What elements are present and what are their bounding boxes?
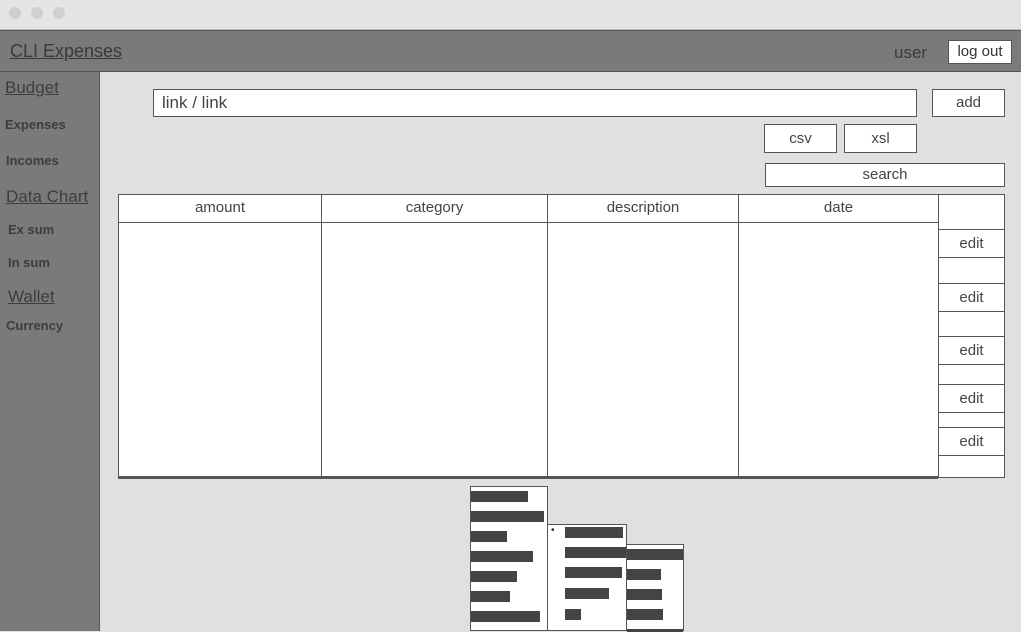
placeholder-bullet-panel: • — [547, 524, 627, 631]
csv-button[interactable]: csv — [764, 124, 837, 153]
xsl-button[interactable]: xsl — [844, 124, 917, 153]
text-placeholder-bar — [471, 511, 544, 522]
text-placeholder-bar — [565, 588, 609, 599]
sidebar-item-ex-sum[interactable]: Ex sum — [8, 222, 54, 237]
action-spacer-cell — [938, 311, 1005, 337]
text-placeholder-bar — [471, 491, 528, 502]
search-button[interactable]: search — [765, 163, 1005, 187]
bullet-icon: • — [551, 525, 555, 536]
text-placeholder-bar — [565, 609, 581, 620]
column-header-category[interactable]: category — [322, 195, 547, 223]
sidebar: Budget Expenses Incomes Data Chart Ex su… — [0, 72, 100, 631]
action-spacer-cell — [938, 412, 1005, 428]
window-minimize-icon[interactable] — [31, 7, 43, 19]
text-placeholder-bar — [471, 551, 533, 562]
edit-button[interactable]: edit — [938, 384, 1005, 413]
edit-button[interactable]: edit — [938, 336, 1005, 365]
text-placeholder-bar — [471, 611, 540, 622]
add-button[interactable]: add — [932, 89, 1005, 117]
action-header-cell — [938, 194, 1005, 230]
window-titlebar — [0, 0, 1021, 30]
column-date: date — [738, 194, 939, 477]
link-input[interactable]: link / link — [153, 89, 917, 117]
action-spacer-cell — [938, 455, 1005, 478]
sidebar-item-incomes[interactable]: Incomes — [6, 153, 59, 168]
text-placeholder-bar — [627, 589, 662, 600]
main-content: link / link add csv xsl search amount ca… — [100, 72, 1021, 632]
text-placeholder-bar — [471, 531, 507, 542]
edit-button[interactable]: edit — [938, 229, 1005, 258]
sidebar-item-data-chart[interactable]: Data Chart — [6, 187, 88, 207]
action-spacer-cell — [938, 364, 1005, 385]
text-placeholder-bar — [627, 569, 661, 580]
text-placeholder-bar — [627, 609, 663, 620]
sidebar-item-wallet[interactable]: Wallet — [8, 287, 55, 307]
column-header-date[interactable]: date — [739, 195, 938, 223]
text-placeholder-bar — [565, 527, 623, 538]
text-placeholder-bar — [565, 547, 626, 558]
placeholder-list-panel — [470, 486, 548, 631]
window-maximize-icon[interactable] — [53, 7, 65, 19]
window-close-icon[interactable] — [9, 7, 21, 19]
action-spacer-cell — [938, 257, 1005, 284]
sidebar-item-currency[interactable]: Currency — [6, 318, 63, 333]
sidebar-item-expenses[interactable]: Expenses — [5, 117, 66, 132]
column-description: description — [547, 194, 739, 477]
text-placeholder-bar — [471, 571, 517, 582]
column-header-amount[interactable]: amount — [119, 195, 321, 223]
table-bottom-divider — [118, 477, 938, 479]
sidebar-item-budget[interactable]: Budget — [5, 78, 59, 98]
text-placeholder-bar — [471, 591, 510, 602]
text-placeholder-bar — [627, 549, 683, 560]
user-label: user — [894, 43, 928, 62]
app-title-link[interactable]: CLI Expenses — [10, 41, 122, 62]
column-amount: amount — [118, 194, 322, 477]
logout-button[interactable]: log out — [948, 40, 1012, 64]
text-placeholder-bar — [565, 567, 622, 578]
placeholder-side-panel — [626, 544, 684, 632]
edit-button[interactable]: edit — [938, 283, 1005, 312]
sidebar-item-in-sum[interactable]: In sum — [8, 255, 50, 270]
column-category: category — [321, 194, 548, 477]
column-header-description[interactable]: description — [548, 195, 738, 223]
app-header: CLI Expenses user log out — [0, 30, 1021, 72]
edit-button[interactable]: edit — [938, 427, 1005, 456]
